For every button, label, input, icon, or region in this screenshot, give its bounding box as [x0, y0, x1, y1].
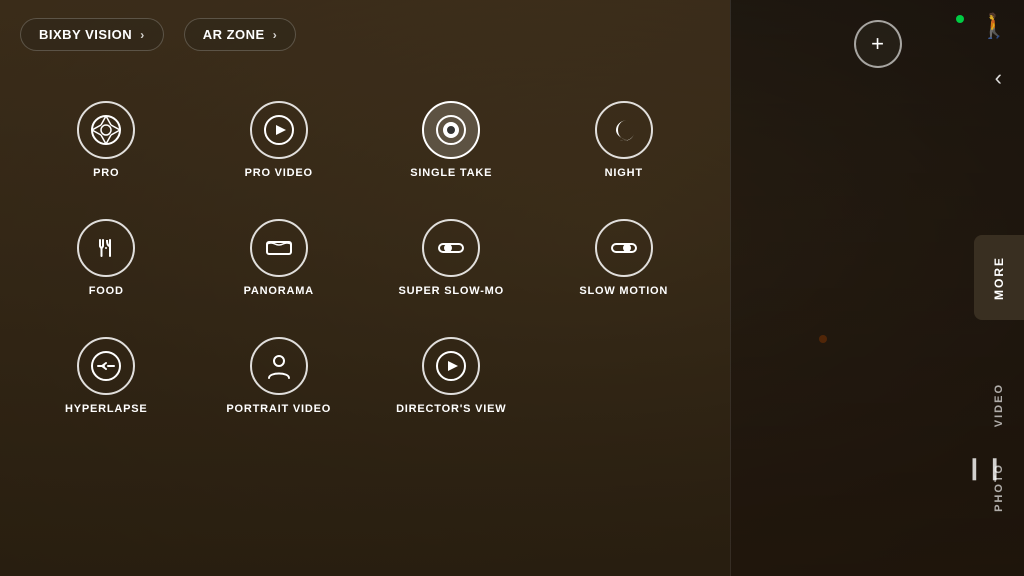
pause-icon: ❙❙	[965, 455, 1006, 481]
mode-label-single-take: SINGLE TAKE	[410, 167, 492, 179]
food-icon	[90, 232, 122, 264]
bixby-vision-label: BIXBY VISION	[39, 27, 132, 42]
mode-item-night[interactable]: NIGHT	[538, 81, 711, 199]
mode-item-pro-video[interactable]: PRO VIDEO	[193, 81, 366, 199]
mode-icon-pro-video	[250, 101, 308, 159]
directors-view-icon	[435, 350, 467, 382]
bixby-vision-arrow: ›	[140, 28, 145, 42]
hyperlapse-icon	[90, 350, 122, 382]
mode-label-directors-view: DIRECTOR'S VIEW	[396, 403, 506, 415]
status-dot	[956, 15, 964, 23]
ar-zone-arrow: ›	[273, 28, 278, 42]
person-icon: 🚶	[979, 12, 1009, 41]
mode-label-slow-motion: SLOW MOTION	[579, 285, 668, 297]
aperture-icon	[90, 114, 122, 146]
portrait-video-icon	[263, 350, 295, 382]
right-panel: 🚶 + ‹ MORE VIDEO PHOTO ❙❙	[730, 0, 1024, 576]
mode-icon-super-slow-mo	[422, 219, 480, 277]
mode-label-panorama: PANORAMA	[244, 285, 314, 297]
more-tab[interactable]: MORE	[974, 235, 1024, 320]
bixby-vision-button[interactable]: BIXBY VISION ›	[20, 18, 164, 51]
mode-label-food: FOOD	[89, 285, 124, 297]
ar-zone-label: AR ZONE	[203, 27, 265, 42]
panorama-icon	[263, 232, 295, 264]
mode-icon-portrait-video	[250, 337, 308, 395]
mode-item-super-slow-mo[interactable]: SUPER SLOW-MO	[365, 199, 538, 317]
mode-item-slow-motion[interactable]: SLOW MOTION	[538, 199, 711, 317]
back-icon[interactable]: ‹	[995, 65, 1002, 91]
slow-motion-icon	[608, 232, 640, 264]
mode-label-portrait-video: PORTRAIT VIDEO	[226, 403, 331, 415]
mode-item-food[interactable]: FOOD	[20, 199, 193, 317]
mode-icon-hyperlapse	[77, 337, 135, 395]
mode-grid: PRO PRO VIDEO SINGLE TAKE	[0, 71, 730, 445]
add-button[interactable]: +	[854, 20, 902, 68]
main-panel: BIXBY VISION › AR ZONE ›	[0, 0, 730, 576]
video-label: VIDEO	[993, 383, 1005, 427]
super-slow-mo-icon	[435, 232, 467, 264]
mode-item-directors-view[interactable]: DIRECTOR'S VIEW	[365, 317, 538, 435]
mode-icon-panorama	[250, 219, 308, 277]
mode-label-pro-video: PRO VIDEO	[245, 167, 313, 179]
mode-label-super-slow-mo: SUPER SLOW-MO	[398, 285, 504, 297]
mode-label-hyperlapse: HYPERLAPSE	[65, 403, 148, 415]
ar-zone-button[interactable]: AR ZONE ›	[184, 18, 297, 51]
single-take-icon	[435, 114, 467, 146]
mode-icon-slow-motion	[595, 219, 653, 277]
video-tab[interactable]: VIDEO	[979, 378, 1019, 433]
mode-icon-food	[77, 219, 135, 277]
top-bar: BIXBY VISION › AR ZONE ›	[0, 0, 730, 61]
more-label: MORE	[992, 256, 1006, 300]
mode-item-portrait-video[interactable]: PORTRAIT VIDEO	[193, 317, 366, 435]
mode-item-panorama[interactable]: PANORAMA	[193, 199, 366, 317]
mode-icon-pro	[77, 101, 135, 159]
mode-item-pro[interactable]: PRO	[20, 81, 193, 199]
mode-icon-directors-view	[422, 337, 480, 395]
pro-video-icon	[263, 114, 295, 146]
moon-icon	[608, 114, 640, 146]
mode-item-hyperlapse[interactable]: HYPERLAPSE	[20, 317, 193, 435]
mode-item-empty	[538, 317, 711, 435]
mode-icon-single-take	[422, 101, 480, 159]
mode-item-single-take[interactable]: SINGLE TAKE	[365, 81, 538, 199]
mode-label-night: NIGHT	[605, 167, 643, 179]
mode-label-pro: PRO	[93, 167, 119, 179]
add-icon: +	[871, 31, 884, 57]
mode-icon-night	[595, 101, 653, 159]
